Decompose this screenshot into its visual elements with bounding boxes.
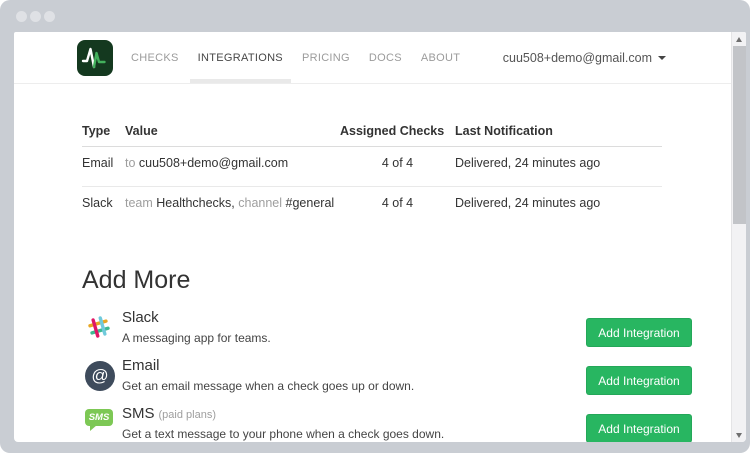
nav-docs[interactable]: DOCS <box>369 32 402 83</box>
scrollbar-down-arrow[interactable] <box>732 428 746 442</box>
cell-value: to cuu508+demo@gmail.com <box>125 147 340 187</box>
window-control-dot[interactable] <box>44 11 55 22</box>
triangle-down-icon <box>736 433 742 438</box>
email-icon-box: @ <box>82 355 122 398</box>
integration-description: Get a text message to your phone when a … <box>122 427 586 441</box>
nav-checks[interactable]: CHECKS <box>131 32 179 83</box>
integration-info: SMS (paid plans) Get a text message to yo… <box>122 403 586 442</box>
integration-title: Email <box>122 357 586 374</box>
integration-info: Slack A messaging app for teams. <box>122 307 586 350</box>
app-window: CHECKS INTEGRATIONS PRICING DOCS ABOUT c… <box>14 32 746 442</box>
value-text: cuu508+demo@gmail.com <box>139 156 288 170</box>
col-header-value: Value <box>125 124 340 147</box>
integration-title: SMS (paid plans) <box>122 405 586 422</box>
value-label: channel <box>238 196 285 210</box>
integration-description: A messaging app for teams. <box>122 331 586 345</box>
cell-last-notification: Delivered, 24 minutes ago <box>455 187 662 227</box>
healthchecks-logo[interactable] <box>77 40 113 76</box>
table-row: Email to cuu508+demo@gmail.com 4 of 4 De… <box>82 147 662 187</box>
caret-down-icon <box>658 56 666 60</box>
integration-description: Get an email message when a check goes u… <box>122 379 586 393</box>
integrations-table: Type Value Assigned Checks Last Notifica… <box>82 124 662 226</box>
add-integration-button[interactable]: Add Integration <box>586 366 692 395</box>
integration-row-slack: Slack A messaging app for teams. Add Int… <box>82 307 692 350</box>
cell-assigned-checks: 4 of 4 <box>340 187 455 227</box>
nav-pricing[interactable]: PRICING <box>302 32 350 83</box>
scrollbar <box>731 32 746 442</box>
integration-row-sms: SMS SMS (paid plans) Get a text message t… <box>82 403 692 442</box>
add-more-heading: Add More <box>82 266 692 295</box>
table-header-row: Type Value Assigned Checks Last Notifica… <box>82 124 662 147</box>
sms-icon-tail <box>90 425 97 431</box>
nav-integrations[interactable]: INTEGRATIONS <box>198 32 283 83</box>
browser-mockup: CHECKS INTEGRATIONS PRICING DOCS ABOUT c… <box>0 0 750 453</box>
integration-name: SMS <box>122 405 155 422</box>
add-integration-button[interactable]: Add Integration <box>586 414 692 442</box>
cell-type: Email <box>82 147 125 187</box>
value-text: Healthchecks, <box>156 196 238 210</box>
sms-icon: SMS <box>85 409 113 433</box>
cell-value: team Healthchecks, channel #general <box>125 187 340 227</box>
col-header-last-notification: Last Notification <box>455 124 662 147</box>
window-control-dot[interactable] <box>16 11 27 22</box>
window-control-dot[interactable] <box>30 11 41 22</box>
add-integration-button[interactable]: Add Integration <box>586 318 692 347</box>
scrollbar-thumb[interactable] <box>733 46 746 224</box>
integration-row-email: @ Email Get an email message when a chec… <box>82 355 692 398</box>
sms-icon-label: SMS <box>85 409 113 426</box>
page-content: Type Value Assigned Checks Last Notifica… <box>14 84 746 442</box>
value-text: #general <box>286 196 335 210</box>
integration-title: Slack <box>122 309 586 326</box>
navbar: CHECKS INTEGRATIONS PRICING DOCS ABOUT c… <box>14 32 746 84</box>
slack-icon-box <box>82 307 122 350</box>
account-email: cuu508+demo@gmail.com <box>503 51 652 65</box>
triangle-up-icon <box>736 37 742 42</box>
window-controls <box>16 11 55 22</box>
cell-assigned-checks: 4 of 4 <box>340 147 455 187</box>
nav-links: CHECKS INTEGRATIONS PRICING DOCS ABOUT <box>131 32 460 83</box>
table-row: Slack team Healthchecks, channel #genera… <box>82 187 662 227</box>
cell-type: Slack <box>82 187 125 227</box>
account-menu[interactable]: cuu508+demo@gmail.com <box>503 51 666 65</box>
value-label: to <box>125 156 139 170</box>
col-header-assigned-checks: Assigned Checks <box>340 124 455 147</box>
email-icon: @ <box>85 361 115 391</box>
scrollbar-up-arrow[interactable] <box>732 32 746 46</box>
integration-info: Email Get an email message when a check … <box>122 355 586 398</box>
sms-icon-box: SMS <box>82 403 122 442</box>
col-header-type: Type <box>82 124 125 147</box>
slack-icon <box>85 313 113 341</box>
value-label: team <box>125 196 156 210</box>
cell-last-notification: Delivered, 24 minutes ago <box>455 147 662 187</box>
integration-plan-note: (paid plans) <box>159 409 216 421</box>
nav-about[interactable]: ABOUT <box>421 32 460 83</box>
